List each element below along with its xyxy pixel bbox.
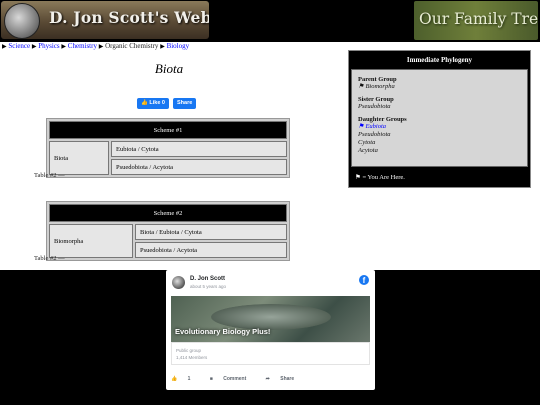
sister-group-value: Pseudobiota	[358, 103, 391, 110]
fb-like-button[interactable]: 👍 Like 0	[137, 98, 169, 109]
arrow-right-icon: ▶	[160, 44, 165, 50]
arrow-right-icon: ▶	[2, 44, 7, 50]
like-action[interactable]: 👍 1	[171, 376, 199, 382]
phylogeny-title: Immediate Phylogeny	[406, 56, 473, 64]
thumbs-up-icon: 👍	[171, 376, 178, 382]
parent-group-value: ⚑ Biomorpha	[358, 83, 395, 90]
daughter-item: Pseudobiota	[358, 131, 391, 138]
parent-group-label: Parent Group	[358, 76, 397, 83]
arrow-right-icon: ▶	[61, 44, 67, 50]
sister-group-label: Sister Group	[358, 96, 394, 103]
card-actions: 👍 1 ■ Comment ➦ Share	[171, 376, 312, 382]
breadcrumb-organic-chemistry: Organic Chemistry	[105, 42, 159, 50]
scheme1-row-1: Eubiota / Cytota	[111, 141, 287, 157]
card-timestamp: about 5 years ago	[190, 284, 227, 289]
scheme2-row-1: Biota / Eubiota / Cytota	[135, 224, 287, 240]
site-title: D. Jon Scott's Website	[49, 8, 209, 27]
breadcrumb-chemistry[interactable]: Chemistry	[68, 42, 97, 50]
group-cover-image[interactable]: Evolutionary Biology Plus!	[171, 296, 370, 342]
site-logo[interactable]: D. Jon Scott's Website	[1, 1, 209, 39]
comment-label: Comment	[223, 376, 247, 382]
facebook-group-card: D. Jon Scott about 5 years ago f Evoluti…	[166, 270, 375, 390]
breadcrumb-science[interactable]: Science	[8, 42, 30, 50]
group-members: 1,414 Members	[176, 355, 208, 360]
scheme2-table: Scheme #2 Biomorpha Biota / Eubiota / Cy…	[46, 201, 290, 261]
scheme1-table: Scheme #1 Biota Eubiota / Cytota Psuedob…	[46, 118, 290, 178]
site-header: D. Jon Scott's Website Our Family Tree	[0, 0, 540, 42]
phylogeny-legend: ⚑ = You Are Here.	[355, 174, 405, 181]
share-action[interactable]: ➦ Share	[266, 376, 304, 382]
scheme2-row-2: Psuedobiota / Acytota	[135, 242, 287, 258]
like-label: Like 0	[149, 100, 165, 106]
scheme2-caption: Table #2 —	[34, 255, 65, 262]
group-name: Evolutionary Biology Plus!	[175, 327, 271, 336]
phylogeny-body: Parent Group ⚑ Biomorpha Sister Group Ps…	[351, 69, 528, 167]
group-meta: Public group 1,414 Members	[171, 342, 370, 365]
arrow-right-icon: ▶	[98, 44, 104, 50]
comment-action[interactable]: ■ Comment	[210, 376, 255, 382]
daughter-item: Cytota	[358, 139, 376, 146]
like-count: 1	[187, 376, 191, 382]
daughter-eubiota-link[interactable]: ⚑ Eubiota	[358, 123, 386, 130]
social-buttons: 👍 Like 0 Share	[137, 91, 200, 109]
scheme2-header: Scheme #2	[49, 204, 287, 222]
scheme2-group-cell: Biomorpha	[49, 224, 133, 258]
seal-icon	[4, 3, 40, 39]
comment-icon: ■	[209, 376, 213, 382]
scheme1-caption: Table #2 —	[34, 172, 65, 179]
fb-share-button[interactable]: Share	[172, 98, 197, 109]
daughter-groups-label: Daughter Groups	[358, 116, 407, 123]
facebook-icon[interactable]: f	[359, 275, 369, 285]
breadcrumb: ▶ Science ▶ Physics ▶ Chemistry ▶ Organi…	[2, 42, 189, 50]
card-author[interactable]: D. Jon Scott	[190, 276, 225, 282]
family-tree-label: Our Family Tree	[419, 10, 538, 28]
group-type: Public group	[176, 348, 202, 353]
page-title: Biota	[154, 61, 184, 76]
share-icon: ➦	[265, 376, 270, 382]
scheme1-row-2: Psuedobiota / Acytota	[111, 159, 287, 175]
arrow-right-icon: ▶	[31, 44, 37, 50]
breadcrumb-physics[interactable]: Physics	[38, 42, 59, 50]
phylogeny-box: Immediate Phylogeny Parent Group ⚑ Biomo…	[348, 50, 531, 188]
family-tree-banner[interactable]: Our Family Tree	[414, 1, 538, 40]
author-avatar[interactable]	[172, 276, 185, 289]
share-label: Share	[280, 376, 295, 382]
scheme1-group-cell: Biota	[49, 141, 109, 175]
breadcrumb-biology[interactable]: Biology	[167, 42, 190, 50]
daughter-item: Acytota	[358, 147, 378, 154]
scheme1-header: Scheme #1	[49, 121, 287, 139]
